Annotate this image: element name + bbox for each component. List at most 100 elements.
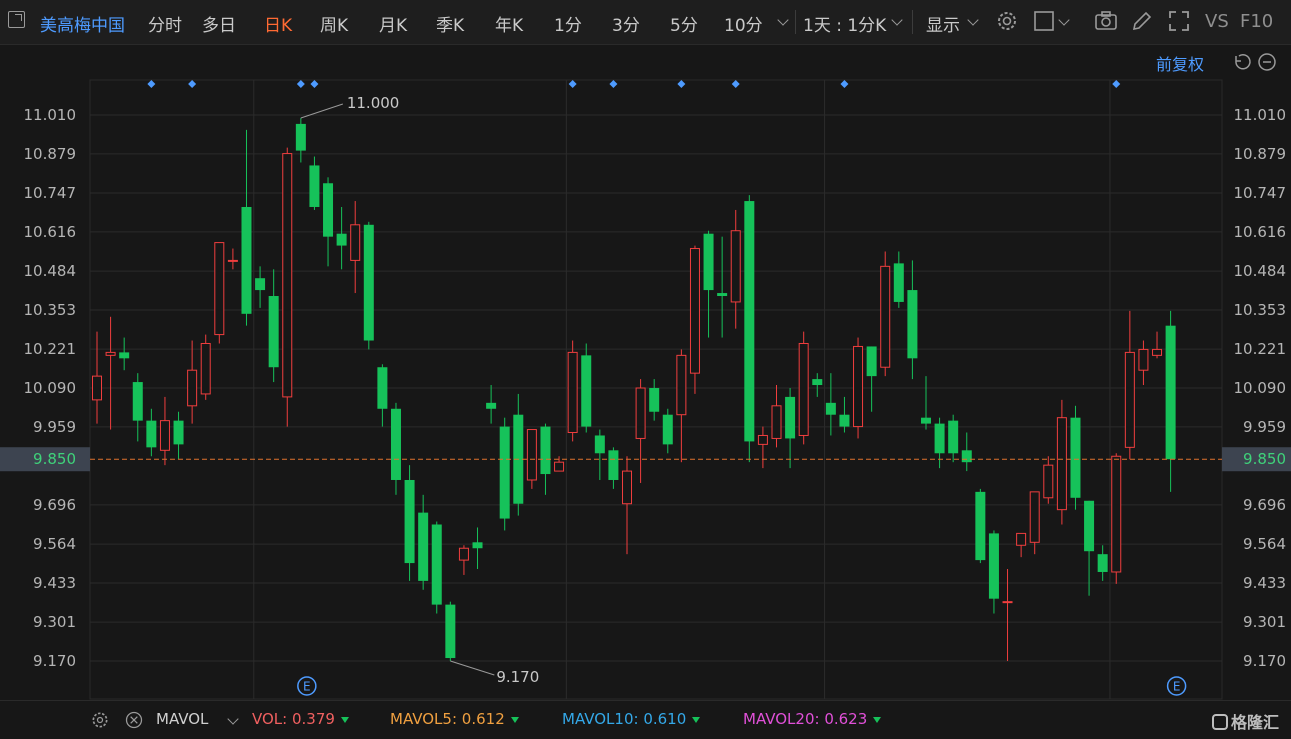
candle-body-down (920, 417, 931, 424)
mavol5-item: MAVOL5: 0.612 (390, 710, 519, 728)
candle-body-up (1029, 491, 1040, 543)
y-tick-label-left: 10.747 (24, 184, 77, 202)
y-tick-label-left: 10.090 (24, 379, 77, 397)
tab-1min[interactable]: 1分 (554, 11, 582, 36)
chevron-down-icon[interactable] (891, 14, 903, 26)
y-tick-label-right: 10.616 (1234, 223, 1287, 241)
chevron-down-icon[interactable] (1058, 14, 1070, 26)
max-annotation-label: 11.000 (347, 94, 400, 112)
candle-body-up (200, 342, 211, 395)
candle-body-down (377, 367, 388, 409)
gear-icon[interactable] (995, 9, 1019, 33)
event-diamond-icon (731, 80, 740, 88)
y-tick-label-left: 9.301 (33, 613, 76, 631)
tab-3min[interactable]: 3分 (612, 11, 640, 36)
vol-item: VOL: 0.379 (252, 710, 349, 728)
pencil-icon[interactable] (1130, 9, 1154, 33)
tab-daily-k[interactable]: 日K (264, 11, 292, 36)
candle-body-up (1056, 417, 1067, 511)
candle-body-down (948, 420, 959, 454)
tab-quarterly-k[interactable]: 季K (436, 11, 464, 36)
candle-body-down (486, 402, 497, 409)
tab-fenshi[interactable]: 分时 (148, 11, 182, 36)
candle-body-up (1124, 351, 1135, 448)
y-tick-label-right: 10.484 (1234, 262, 1287, 280)
candle-body-down (404, 479, 415, 564)
event-e-marker-label: E (1173, 680, 1181, 694)
display-menu[interactable]: 显示 (926, 11, 960, 36)
gear-icon[interactable] (90, 710, 110, 730)
y-tick-label-left: 9.564 (33, 535, 76, 553)
chevron-down-icon[interactable] (967, 14, 979, 26)
y-tick-label-left: 10.616 (24, 223, 77, 241)
y-tick-label-left: 9.433 (33, 574, 76, 592)
candle-body-down (323, 183, 334, 237)
candle-body-down (703, 233, 714, 291)
candle-body-down (431, 524, 442, 605)
y-tick-label-left: 9.170 (33, 652, 76, 670)
tab-weekly-k[interactable]: 周K (320, 11, 348, 36)
tab-10min[interactable]: 10分 (724, 11, 763, 36)
candle-body-down (649, 388, 660, 412)
candle-body-up (214, 242, 225, 336)
period-select[interactable]: 1天 : 1分K (803, 11, 886, 36)
candle-body-down (540, 426, 551, 475)
tab-yearly-k[interactable]: 年K (495, 11, 523, 36)
brand-logo: 格隆汇 (1212, 709, 1279, 733)
candle-body-down (1084, 500, 1095, 552)
min-annotation-label: 9.170 (496, 668, 539, 686)
toolbar-divider (795, 10, 796, 34)
candle-body-down (812, 379, 823, 386)
vol-label: VOL: (252, 710, 288, 728)
chevron-down-icon[interactable] (227, 713, 239, 725)
stock-name[interactable]: 美高梅中国 (40, 11, 125, 36)
tab-duori[interactable]: 多日 (202, 11, 236, 36)
close-icon[interactable] (124, 710, 144, 730)
fullscreen-icon[interactable] (1167, 9, 1191, 33)
y-tick-label-right: 9.433 (1243, 574, 1286, 592)
square-tool-icon[interactable] (1033, 9, 1057, 33)
tab-5min[interactable]: 5分 (670, 11, 698, 36)
candle-body-down (146, 420, 157, 448)
candle-body-down (744, 201, 755, 442)
y-tick-label-right: 10.221 (1234, 340, 1287, 358)
kline-chart[interactable]: 11.010 11.010 10.879 10.879 10.747 10.747 10.6… (0, 45, 1291, 700)
vol-value: 0.379 (292, 710, 335, 728)
expand-icon[interactable] (8, 11, 25, 28)
candle-body-down (309, 165, 320, 207)
camera-icon[interactable] (1094, 9, 1118, 33)
candle-body-down (717, 293, 728, 297)
candle-body-up (1002, 601, 1013, 604)
candle-body-down (581, 355, 592, 427)
mavol5-value: 0.612 (461, 710, 505, 728)
candle-body-down (934, 423, 945, 454)
candle-body-down (961, 450, 972, 463)
candle-body-up (554, 461, 565, 472)
indicator-bar: MAVOL VOL: 0.379 MAVOL5: 0.612 MAVOL10: … (0, 700, 1291, 739)
zoom-out-icon[interactable] (1258, 53, 1276, 71)
candle-body-up (622, 470, 633, 505)
y-tick-label-right: 10.747 (1234, 184, 1287, 202)
y-tick-label-right: 9.301 (1243, 613, 1286, 631)
mavol20-label: MAVOL20: (743, 710, 820, 728)
down-arrow-icon (873, 716, 882, 723)
indicator-select[interactable]: MAVOL (156, 710, 208, 728)
current-price-label-right: 9.850 (1243, 450, 1286, 468)
tab-monthly-k[interactable]: 月K (379, 11, 407, 36)
event-diamond-icon (840, 80, 849, 88)
candle-body-down (825, 402, 836, 415)
event-diamond-icon (188, 80, 197, 88)
undo-icon[interactable] (1235, 54, 1251, 70)
adjust-mode-label[interactable]: 前复权 (1156, 51, 1204, 75)
candle-body-down (608, 450, 619, 480)
candle-body-up (689, 248, 700, 374)
event-diamond-icon (147, 80, 156, 88)
y-tick-label-right: 9.170 (1243, 652, 1286, 670)
f10-button[interactable]: F10 (1240, 11, 1273, 32)
down-arrow-icon (340, 716, 349, 723)
chevron-down-icon[interactable] (777, 14, 789, 26)
candle-body-up (771, 405, 782, 439)
candle-body-down (119, 352, 130, 359)
vs-button[interactable]: VS (1205, 11, 1229, 32)
brand-name: 格隆汇 (1231, 713, 1280, 732)
